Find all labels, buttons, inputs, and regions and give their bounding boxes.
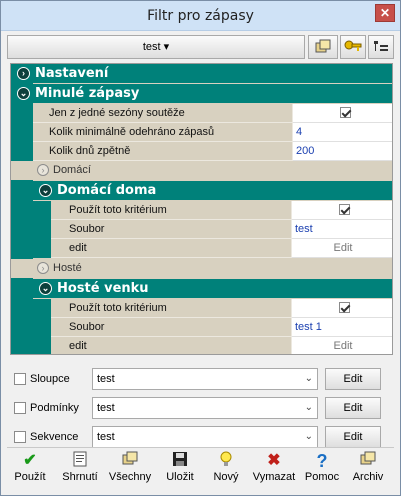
lightbulb-icon — [203, 451, 249, 471]
delete-icon: ✖ — [267, 452, 281, 469]
vsechny-button[interactable]: Všechny — [105, 451, 155, 491]
key-button[interactable] — [340, 35, 366, 59]
chevron-down-icon: ⌄ — [304, 373, 313, 384]
novy-button[interactable]: Nový — [203, 451, 249, 491]
category-domaci[interactable]: › Domácí — [11, 161, 392, 180]
pouzit-button[interactable]: ✔ Použít — [7, 451, 53, 491]
close-button[interactable]: ✕ — [375, 4, 395, 22]
checkbox-cell[interactable] — [292, 299, 392, 318]
prop-row[interactable]: edit Edit — [51, 337, 392, 354]
podminky-edit-button[interactable]: Edit — [325, 397, 381, 419]
key-icon — [344, 40, 362, 51]
field-row-sloupce: Sloupce test ⌄ Edit — [10, 368, 393, 390]
checked-checkbox[interactable] — [339, 204, 350, 215]
prop-row[interactable]: Použít toto kritérium — [51, 201, 392, 220]
shrnuti-button[interactable]: Shrnutí — [57, 451, 103, 491]
sekvence-edit-button[interactable]: Edit — [325, 426, 381, 448]
category-minule-zapasy[interactable]: ⌄ Minulé zápasy — [11, 84, 392, 103]
grid-gutter — [11, 64, 33, 354]
divider — [7, 447, 394, 448]
sloupce-select[interactable]: test ⌄ — [92, 368, 318, 390]
window-title: Filtr pro zápasy — [147, 8, 254, 24]
prop-row[interactable]: Použít toto kritérium — [51, 299, 392, 318]
checkbox-cell[interactable] — [293, 104, 392, 123]
pomoc-button[interactable]: ? Pomoc — [299, 451, 345, 491]
collapse-icon[interactable]: ⌄ — [39, 184, 52, 197]
filter-select-button[interactable]: test ▾ — [7, 35, 305, 59]
value-cell[interactable]: 200 — [293, 142, 392, 161]
checkbox-cell[interactable] — [292, 201, 392, 220]
checkmark-icon: ✔ — [23, 452, 37, 469]
prop-row[interactable]: Soubor test 1 — [51, 318, 392, 337]
title-bar: Filtr pro zápasy ✕ — [1, 1, 400, 31]
category-domaci-doma[interactable]: ⌄ Domácí doma — [33, 181, 392, 200]
podminky-checkbox[interactable] — [14, 402, 26, 414]
checked-checkbox[interactable] — [339, 107, 351, 118]
checked-checkbox[interactable] — [339, 302, 350, 313]
chevron-down-icon: ⌄ — [304, 431, 313, 442]
prop-row[interactable]: edit Edit — [51, 239, 392, 258]
field-row-sekvence: Sekvence test ⌄ Edit — [10, 426, 393, 448]
filter-window: Filtr pro zápasy ✕ test ▾ › Nastavení ⌄ … — [0, 0, 401, 496]
sekvence-checkbox[interactable] — [14, 431, 26, 443]
expand-icon[interactable]: › — [17, 67, 30, 80]
archive-icon — [345, 451, 391, 471]
save-icon — [157, 451, 203, 471]
category-hoste[interactable]: › Hosté — [11, 259, 392, 278]
archiv-button[interactable]: Archiv — [345, 451, 391, 491]
subgroup-gutter — [33, 201, 51, 258]
expand-icon[interactable]: › — [37, 164, 49, 176]
prop-row[interactable]: Kolik minimálně odehráno zápasů 4 — [33, 123, 392, 142]
ulozit-button[interactable]: Uložit — [157, 451, 203, 491]
bottom-toolbar: ✔ Použít Shrnutí Všechny Uložit Nový ✖ V… — [7, 451, 396, 493]
prop-row[interactable]: Soubor test — [51, 220, 392, 239]
tree-view-button[interactable] — [368, 35, 394, 59]
copy-icon — [315, 39, 331, 53]
copy-icon — [105, 451, 155, 471]
sekvence-select[interactable]: test ⌄ — [92, 426, 318, 448]
subgroup-gutter — [33, 299, 51, 354]
category-hoste-venku[interactable]: ⌄ Hosté venku — [33, 279, 392, 298]
help-icon: ? — [316, 451, 328, 471]
copy-button[interactable] — [308, 35, 338, 59]
vymazat-button[interactable]: ✖ Vymazat — [249, 451, 299, 491]
sloupce-checkbox[interactable] — [14, 373, 26, 385]
podminky-select[interactable]: test ⌄ — [92, 397, 318, 419]
value-cell[interactable]: test 1 — [292, 318, 392, 337]
expand-icon[interactable]: › — [37, 262, 49, 274]
field-row-podminky: Podmínky test ⌄ Edit — [10, 397, 393, 419]
category-nastaveni[interactable]: › Nastavení — [11, 64, 392, 83]
value-cell[interactable]: test — [292, 220, 392, 239]
value-cell[interactable]: 4 — [293, 123, 392, 142]
collapse-icon[interactable]: ⌄ — [17, 87, 30, 100]
edit-cell[interactable]: Edit — [292, 337, 392, 354]
summary-icon — [57, 451, 103, 471]
tree-icon — [374, 41, 388, 51]
toolbar: test ▾ — [7, 35, 394, 61]
prop-row[interactable]: Kolik dnů zpětně 200 — [33, 142, 392, 161]
edit-cell[interactable]: Edit — [292, 239, 392, 258]
property-grid: › Nastavení ⌄ Minulé zápasy Jen z jedné … — [10, 63, 393, 355]
collapse-icon[interactable]: ⌄ — [39, 282, 52, 295]
sloupce-edit-button[interactable]: Edit — [325, 368, 381, 390]
prop-row[interactable]: Jen z jedné sezóny soutěže — [33, 104, 392, 123]
chevron-down-icon: ⌄ — [304, 402, 313, 413]
